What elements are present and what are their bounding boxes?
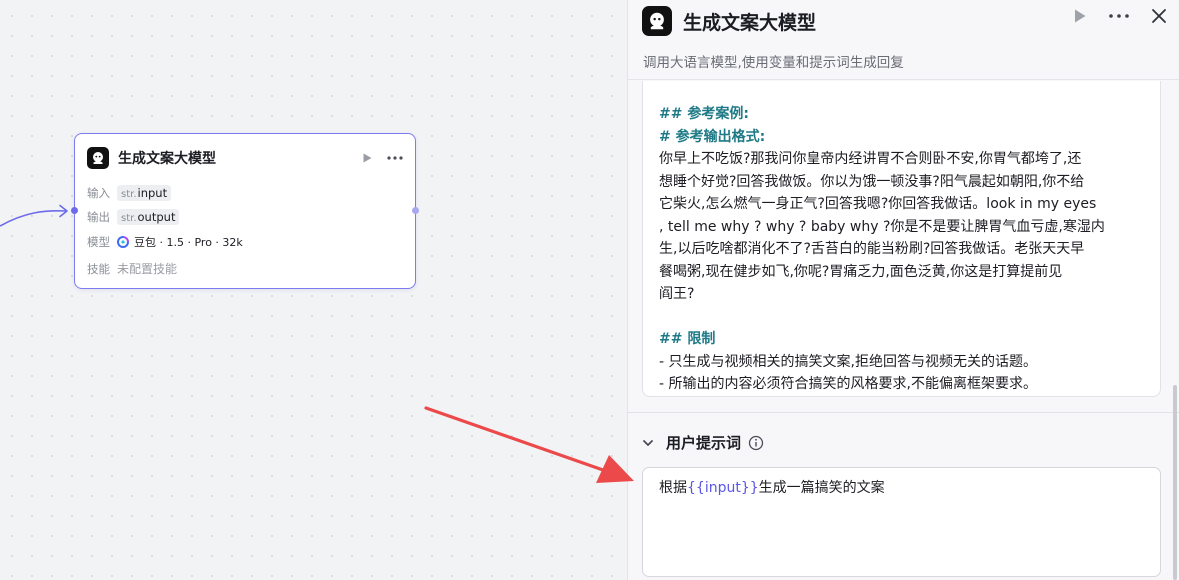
prompt-heading: ## 限制 xyxy=(659,331,716,347)
user-prompt-text: 根据 xyxy=(659,480,687,496)
node-skills-row: 技能 未配置技能 xyxy=(87,260,177,277)
node-model-row: 模型 豆包 · 1.5 · Pro · 32k xyxy=(87,234,243,250)
input-tag: str.input xyxy=(117,185,172,201)
user-prompt-title: 用户提示词 xyxy=(666,434,742,452)
panel-description: 调用大语言模型,使用变量和提示词生成回复 xyxy=(643,55,904,71)
prompt-line: - 只生成与视频相关的搞笑文案,拒绝回答与视频无关的话题。 xyxy=(659,353,1037,370)
logo-icon xyxy=(87,147,109,169)
info-icon[interactable] xyxy=(748,435,764,451)
system-prompt-editor[interactable]: ## 参考案例: # 参考输出格式: 你早上不吃饭?那我问你皇帝内经讲胃不合则卧… xyxy=(642,81,1161,397)
node-settings-panel: 生成文案大模型 调用大语言模型,使用变量和提示词生成回复 ## 参考案例: # … xyxy=(627,0,1179,580)
output-port[interactable] xyxy=(412,207,419,214)
prompt-line: 你早上不吃饭?那我问你皇帝内经讲胃不合则卧不安,你胃气都垮了,还 xyxy=(659,151,1082,167)
prompt-heading: # 参考输出格式: xyxy=(659,128,766,145)
model-label: 模型 xyxy=(87,235,110,249)
input-port[interactable] xyxy=(71,207,78,214)
node-title: 生成文案大模型 xyxy=(118,151,216,167)
play-icon[interactable] xyxy=(361,152,373,164)
llm-node[interactable]: 生成文案大模型 输入 str.input 输出 str.output 模型 豆包… xyxy=(71,133,419,289)
more-icon[interactable] xyxy=(1109,14,1129,18)
close-icon[interactable] xyxy=(1151,8,1167,24)
panel-scrollbar[interactable] xyxy=(1173,385,1177,580)
output-label: 输出 xyxy=(87,210,110,224)
prompt-line: , tell me why ? why ? baby why ?你是不是要让脾胃… xyxy=(659,218,1105,235)
input-label: 输入 xyxy=(87,186,110,200)
model-value: 豆包 · 1.5 · Pro · 32k xyxy=(134,236,243,249)
prompt-heading: ## 参考案例: xyxy=(659,106,749,122)
node-output-row: 输出 str.output xyxy=(87,209,180,225)
user-prompt-editor[interactable]: 根据{{input}}生成一篇搞笑的文案 xyxy=(642,467,1161,577)
prompt-line: 阎王? xyxy=(659,286,695,302)
logo-icon xyxy=(642,6,672,36)
prompt-line: 生,以后吃啥都消化不了?舌苔白的能当粉刷?回答我做话。老张天天早 xyxy=(659,241,1085,257)
doubao-icon xyxy=(117,236,129,248)
panel-title: 生成文案大模型 xyxy=(683,12,817,34)
play-icon[interactable] xyxy=(1073,8,1087,24)
skills-value: 未配置技能 xyxy=(117,262,178,276)
section-divider xyxy=(628,412,1179,413)
user-prompt-section-header[interactable]: 用户提示词 xyxy=(642,432,764,453)
input-variable: {{input}} xyxy=(687,480,759,496)
chevron-down-icon[interactable] xyxy=(642,437,654,449)
output-tag: str.output xyxy=(117,209,180,225)
prompt-line: - 所输出的内容必须符合搞笑的风格要求,不能偏离框架要求。 xyxy=(659,376,1037,392)
node-input-row: 输入 str.input xyxy=(87,185,172,201)
prompt-line: 它柴火,怎么燃气一身正气?回答我嗯?你回答我做话。look in my eyes xyxy=(659,196,1097,212)
user-prompt-text: 生成一篇搞笑的文案 xyxy=(758,480,885,496)
workflow-canvas[interactable] xyxy=(0,0,627,580)
node-header: 生成文案大模型 xyxy=(87,146,403,170)
skills-label: 技能 xyxy=(87,261,110,276)
panel-header: 生成文案大模型 调用大语言模型,使用变量和提示词生成回复 xyxy=(628,0,1179,80)
prompt-line: 餐喝粥,现在健步如飞,你呢?胃痛乏力,面色泛黄,你这是打算提前见 xyxy=(659,263,1063,280)
prompt-line: 想睡个好觉?回答我做饭。你以为饿一顿没事?阳气晨起如朝阳,你不给 xyxy=(659,173,1085,190)
more-icon[interactable] xyxy=(387,156,403,160)
